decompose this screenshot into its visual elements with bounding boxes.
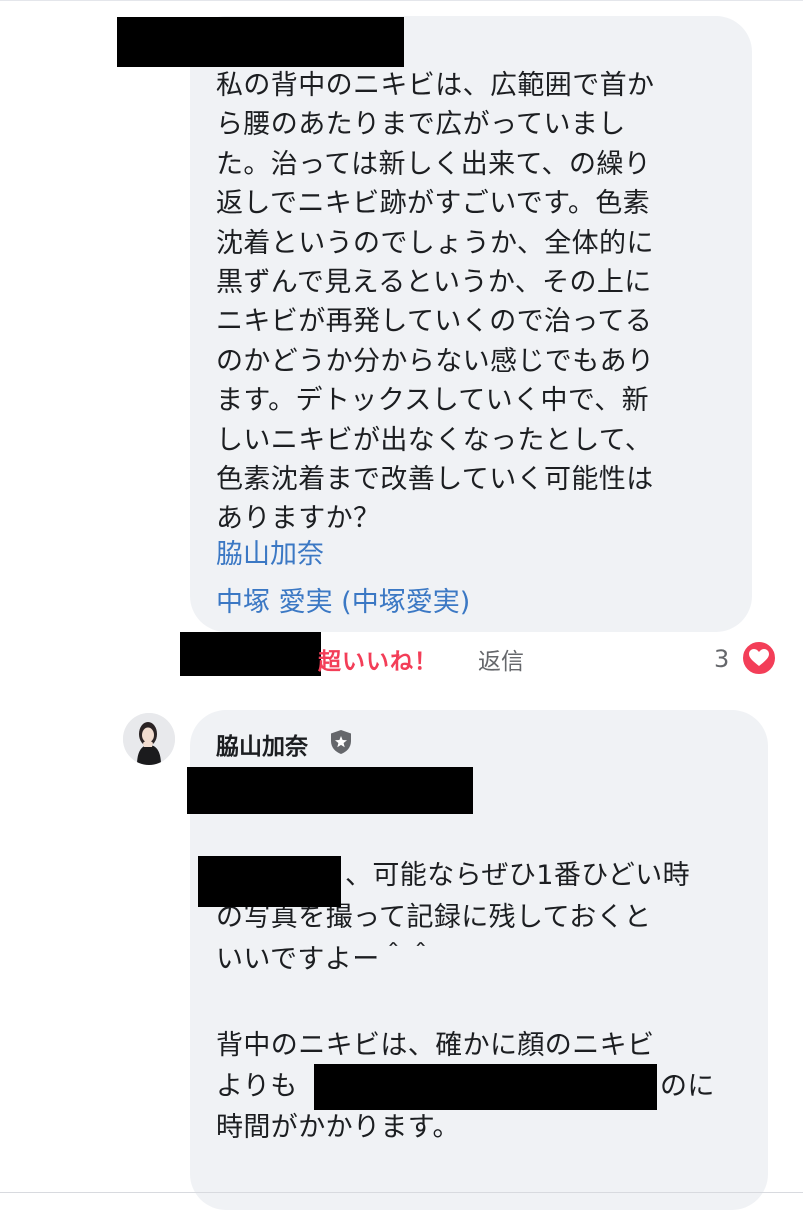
reply-line: 、可能ならぜひ1番ひどい時 (345, 860, 691, 891)
shield-badge-icon (329, 729, 353, 755)
comment-line: のかどうか分からない感じでもあり (216, 345, 655, 377)
redacted-name (198, 856, 341, 907)
redacted-phrase (314, 1064, 657, 1110)
comment-line: ありますか？ (216, 503, 381, 535)
reaction-count[interactable]: 3 (714, 645, 729, 673)
comment-line: 黒ずんで見えるというか、その上に (216, 267, 652, 299)
redacted-author-name (117, 17, 404, 67)
avatar[interactable] (123, 713, 175, 765)
comment-author[interactable]: 脇山加奈 (216, 727, 308, 761)
comment-line: 沈着というのでしょうか、全体的に (216, 227, 654, 259)
reply-line: 背中のニキビは、確かに顔のニキビ (216, 1030, 655, 1061)
comment-line: ニキビが再発していくので治ってる (216, 306, 653, 338)
redacted-timestamp (180, 632, 321, 676)
comment-text: 私の背中のニキビは、広範囲で首か ら腰のあたりまで広がっていまし た。治っては新… (216, 66, 746, 539)
comment-actions: 超いいね！ 返信 3 (0, 632, 803, 680)
mention-link[interactable]: 脇山加奈 (216, 535, 324, 575)
reply-button[interactable]: 返信 (478, 642, 524, 676)
reply-line: よりも (216, 1071, 298, 1102)
redacted-greeting (187, 767, 473, 814)
heart-icon[interactable] (741, 640, 777, 676)
comment-line: ます。デトックスしていく中で、新 (216, 385, 649, 417)
reply-line: 時間がかかります。 (216, 1112, 460, 1143)
reply-line: のに (660, 1071, 715, 1102)
badge-glyph (331, 730, 351, 754)
avatar-image (123, 713, 175, 765)
comment-line: 私の背中のニキビは、広範囲で首か (216, 70, 655, 101)
comment-line: 色素沈着まで改善していく可能性は (216, 464, 654, 496)
mention-link[interactable]: 中塚 愛実 (中塚愛実) (216, 583, 470, 623)
comment-line: た。治っては新しく出来て、の繰り (216, 148, 652, 180)
heart-glyph (749, 649, 769, 666)
comment-line: 返しでニキビ跡がすごいです。色素 (216, 188, 651, 220)
reply-line: いいですよー＾＾ (216, 944, 435, 975)
bottom-divider (0, 1192, 803, 1193)
top-divider (0, 0, 803, 1)
reaction-button[interactable]: 超いいね！ (318, 642, 438, 676)
comment-line: しいニキビが出なくなったとして、 (216, 424, 653, 456)
comment-line: ら腰のあたりまで広がっていまし (216, 109, 626, 141)
